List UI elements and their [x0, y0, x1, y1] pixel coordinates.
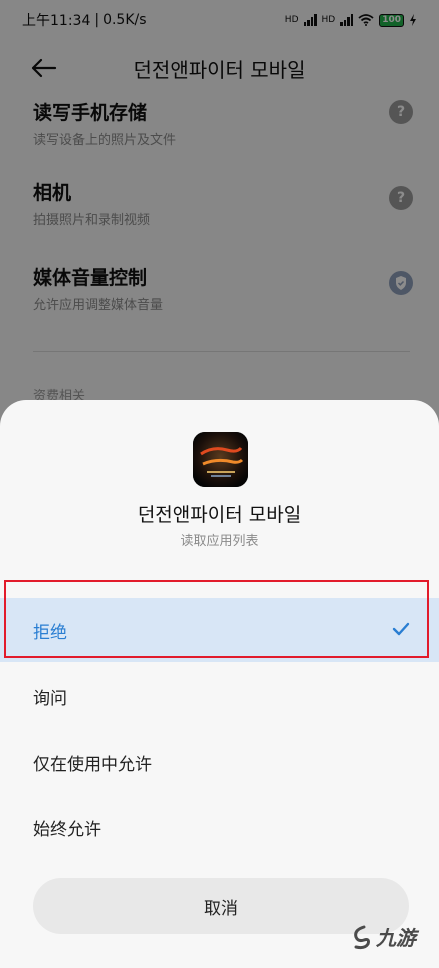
app-icon	[193, 432, 248, 487]
option-always-allow[interactable]: 始终允许	[0, 795, 439, 859]
option-label: 始终允许	[33, 819, 101, 840]
watermark: 九游	[350, 922, 416, 951]
option-ask[interactable]: 询问	[0, 664, 439, 728]
annotation-highlight-box	[4, 580, 429, 658]
sheet-permission-subtitle: 读取应用列表	[180, 534, 259, 549]
watermark-text: 九游	[376, 926, 416, 950]
permission-bottom-sheet: 던전앤파이터 모바일 读取应用列表 拒绝 询问 仅在使用中允许 始终允许 取消	[0, 400, 439, 968]
sheet-app-name: 던전앤파이터 모바일	[137, 504, 302, 526]
option-allow-while-in-use[interactable]: 仅在使用中允许	[0, 730, 439, 794]
option-label: 仅在使用中允许	[33, 754, 152, 775]
option-label: 询问	[33, 688, 67, 709]
watermark-logo-icon	[354, 925, 370, 949]
